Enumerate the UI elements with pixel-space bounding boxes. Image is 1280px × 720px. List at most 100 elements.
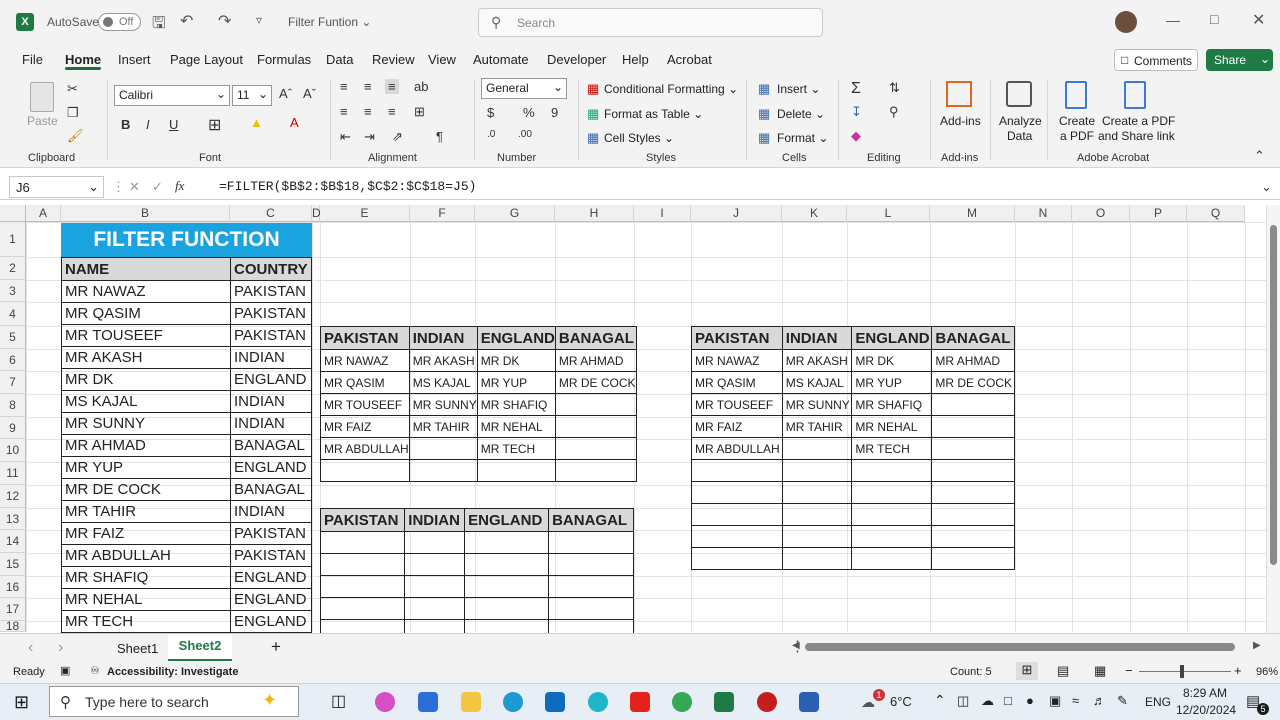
table-cell[interactable] — [404, 553, 466, 576]
table-cell[interactable]: MS KAJAL — [61, 390, 231, 413]
row-header[interactable]: 4 — [0, 302, 26, 326]
table-cell[interactable]: PAKISTAN — [230, 280, 312, 303]
row-header[interactable]: 6 — [0, 349, 26, 371]
increase-font-icon[interactable]: Aˆ — [279, 86, 292, 101]
column-header[interactable]: O — [1072, 205, 1130, 222]
table-header-cell[interactable]: INDIAN — [404, 508, 466, 532]
zoom-slider[interactable] — [1139, 671, 1231, 672]
table-cell[interactable] — [931, 393, 1015, 416]
table-cell[interactable]: MR FAIZ — [61, 522, 231, 545]
maximize-icon[interactable]: □ — [1210, 11, 1218, 27]
zoom-in-icon[interactable]: + — [1234, 663, 1242, 678]
align-bottom-icon[interactable]: ≡ — [385, 79, 399, 94]
comments-button[interactable]: □ Comments — [1114, 49, 1198, 71]
tray-display-icon[interactable]: ▣ — [1049, 693, 1061, 709]
table-cell[interactable] — [319, 597, 406, 620]
page-layout-view-icon[interactable]: ▤ — [1057, 663, 1069, 679]
clear-icon[interactable]: ◆ — [851, 128, 861, 144]
youtube-icon[interactable] — [630, 692, 650, 712]
addins-button[interactable]: Add-ins — [940, 114, 981, 128]
copilot-icon[interactable] — [375, 692, 395, 712]
clock-time[interactable]: 8:29 AM — [1183, 686, 1227, 700]
accessibility-status[interactable]: Accessibility: Investigate — [107, 666, 238, 678]
table-cell[interactable]: MR AHMAD — [61, 434, 231, 457]
table-cell[interactable] — [931, 525, 1015, 548]
tab-acrobat[interactable]: Acrobat — [667, 52, 712, 67]
table-cell[interactable]: MS KAJAL — [781, 371, 853, 394]
row-header[interactable]: 2 — [0, 257, 26, 280]
table-cell[interactable]: MR FAIZ — [691, 415, 783, 438]
conditional-formatting-button[interactable]: Conditional Formatting ⌄ — [604, 82, 738, 96]
column-header[interactable]: F — [410, 205, 475, 222]
table-cell[interactable] — [554, 459, 637, 482]
windows-start-icon[interactable]: ⊞ — [14, 692, 29, 713]
taskbar-excel-icon[interactable] — [714, 692, 734, 712]
decrease-indent-icon[interactable]: ⇤ — [340, 129, 351, 145]
table-header-cell[interactable]: PAKISTAN — [691, 326, 783, 350]
table-cell[interactable]: MR SHAFIQ — [61, 566, 231, 589]
decrease-font-icon[interactable]: Aˇ — [303, 86, 316, 101]
outlook-icon[interactable] — [545, 692, 565, 712]
table-header-cell[interactable]: BANAGAL — [931, 326, 1015, 350]
increase-indent-icon[interactable]: ⇥ — [364, 129, 375, 145]
table-header-cell[interactable]: INDIAN — [781, 326, 853, 350]
table-cell[interactable]: MR NEHAL — [476, 415, 556, 438]
expand-formula-icon[interactable]: ⌄ — [1261, 179, 1272, 195]
vertical-scroll-thumb[interactable] — [1270, 225, 1277, 565]
table-cell[interactable] — [319, 531, 406, 554]
table-cell[interactable]: PAKISTAN — [230, 302, 312, 325]
row-header[interactable]: 5 — [0, 326, 26, 349]
horizontal-scroll-thumb[interactable] — [805, 643, 1235, 651]
copilot-sparkle-icon[interactable]: ✦ — [262, 690, 277, 711]
column-header[interactable]: Q — [1187, 205, 1245, 222]
table-cell[interactable]: MR DE COCK — [931, 371, 1015, 394]
table-cell[interactable]: MR QASIM — [61, 302, 231, 325]
edge-icon[interactable] — [503, 692, 523, 712]
row-header[interactable]: 3 — [0, 280, 26, 302]
tray-battery-icon[interactable]: ◫ — [957, 693, 969, 709]
page-break-view-icon[interactable]: ▦ — [1094, 663, 1106, 679]
next-sheet-icon[interactable]: › — [58, 639, 63, 657]
create-pdf-button[interactable]: Create — [1059, 114, 1095, 128]
table-cell[interactable]: MR DK — [61, 368, 231, 391]
table-header-cell[interactable]: ENGLAND — [476, 326, 556, 350]
table-cell[interactable]: INDIAN — [230, 500, 312, 523]
row-header[interactable]: 11 — [0, 462, 26, 485]
row-header[interactable]: 18 — [0, 620, 26, 632]
table-cell[interactable] — [404, 575, 466, 598]
borders-icon[interactable]: ⊞ — [208, 115, 221, 135]
table-cell[interactable]: MR FAIZ — [320, 415, 410, 438]
table-cell[interactable] — [931, 459, 1015, 482]
row-header[interactable]: 13 — [0, 508, 26, 530]
tab-page-layout[interactable]: Page Layout — [170, 52, 243, 67]
table-cell[interactable] — [464, 553, 550, 576]
insert-cells-button[interactable]: Insert ⌄ — [777, 82, 820, 96]
table-cell[interactable] — [781, 459, 853, 482]
column-header[interactable]: N — [1015, 205, 1072, 222]
table-cell[interactable]: ENGLAND — [230, 566, 312, 589]
table-cell[interactable]: ENGLAND — [230, 610, 312, 633]
table-cell[interactable] — [554, 415, 637, 438]
column-header[interactable]: J — [691, 205, 782, 222]
table-cell[interactable]: MR ABDULLAH — [691, 437, 783, 460]
select-all-corner[interactable] — [0, 205, 26, 222]
addins-icon[interactable] — [946, 81, 972, 107]
tab-review[interactable]: Review — [372, 52, 415, 67]
file-name[interactable]: Filter Funtion ⌄ — [288, 15, 371, 29]
cell-styles-icon[interactable]: ▦ — [587, 130, 599, 146]
collapse-ribbon-icon[interactable]: ⌃ — [1254, 148, 1265, 164]
tab-sheet2[interactable]: Sheet2 — [168, 634, 232, 661]
underline-icon[interactable]: U — [169, 117, 178, 132]
chrome-icon[interactable] — [672, 692, 692, 712]
table-cell[interactable]: MR NAWAZ — [691, 349, 783, 372]
clock-date[interactable]: 12/20/2024 — [1176, 703, 1236, 717]
table-cell[interactable]: MR AKASH — [408, 349, 478, 372]
table-cell[interactable]: MR TAHIR — [781, 415, 853, 438]
enter-formula-icon[interactable]: ✓ — [152, 179, 163, 195]
table-cell[interactable] — [851, 525, 933, 548]
table-cell[interactable] — [851, 459, 933, 482]
tab-data[interactable]: Data — [326, 52, 353, 67]
number-format-select[interactable]: General ⌄ — [481, 78, 567, 99]
table-cell[interactable]: MR NAWAZ — [320, 349, 410, 372]
row-header[interactable]: 15 — [0, 553, 26, 576]
